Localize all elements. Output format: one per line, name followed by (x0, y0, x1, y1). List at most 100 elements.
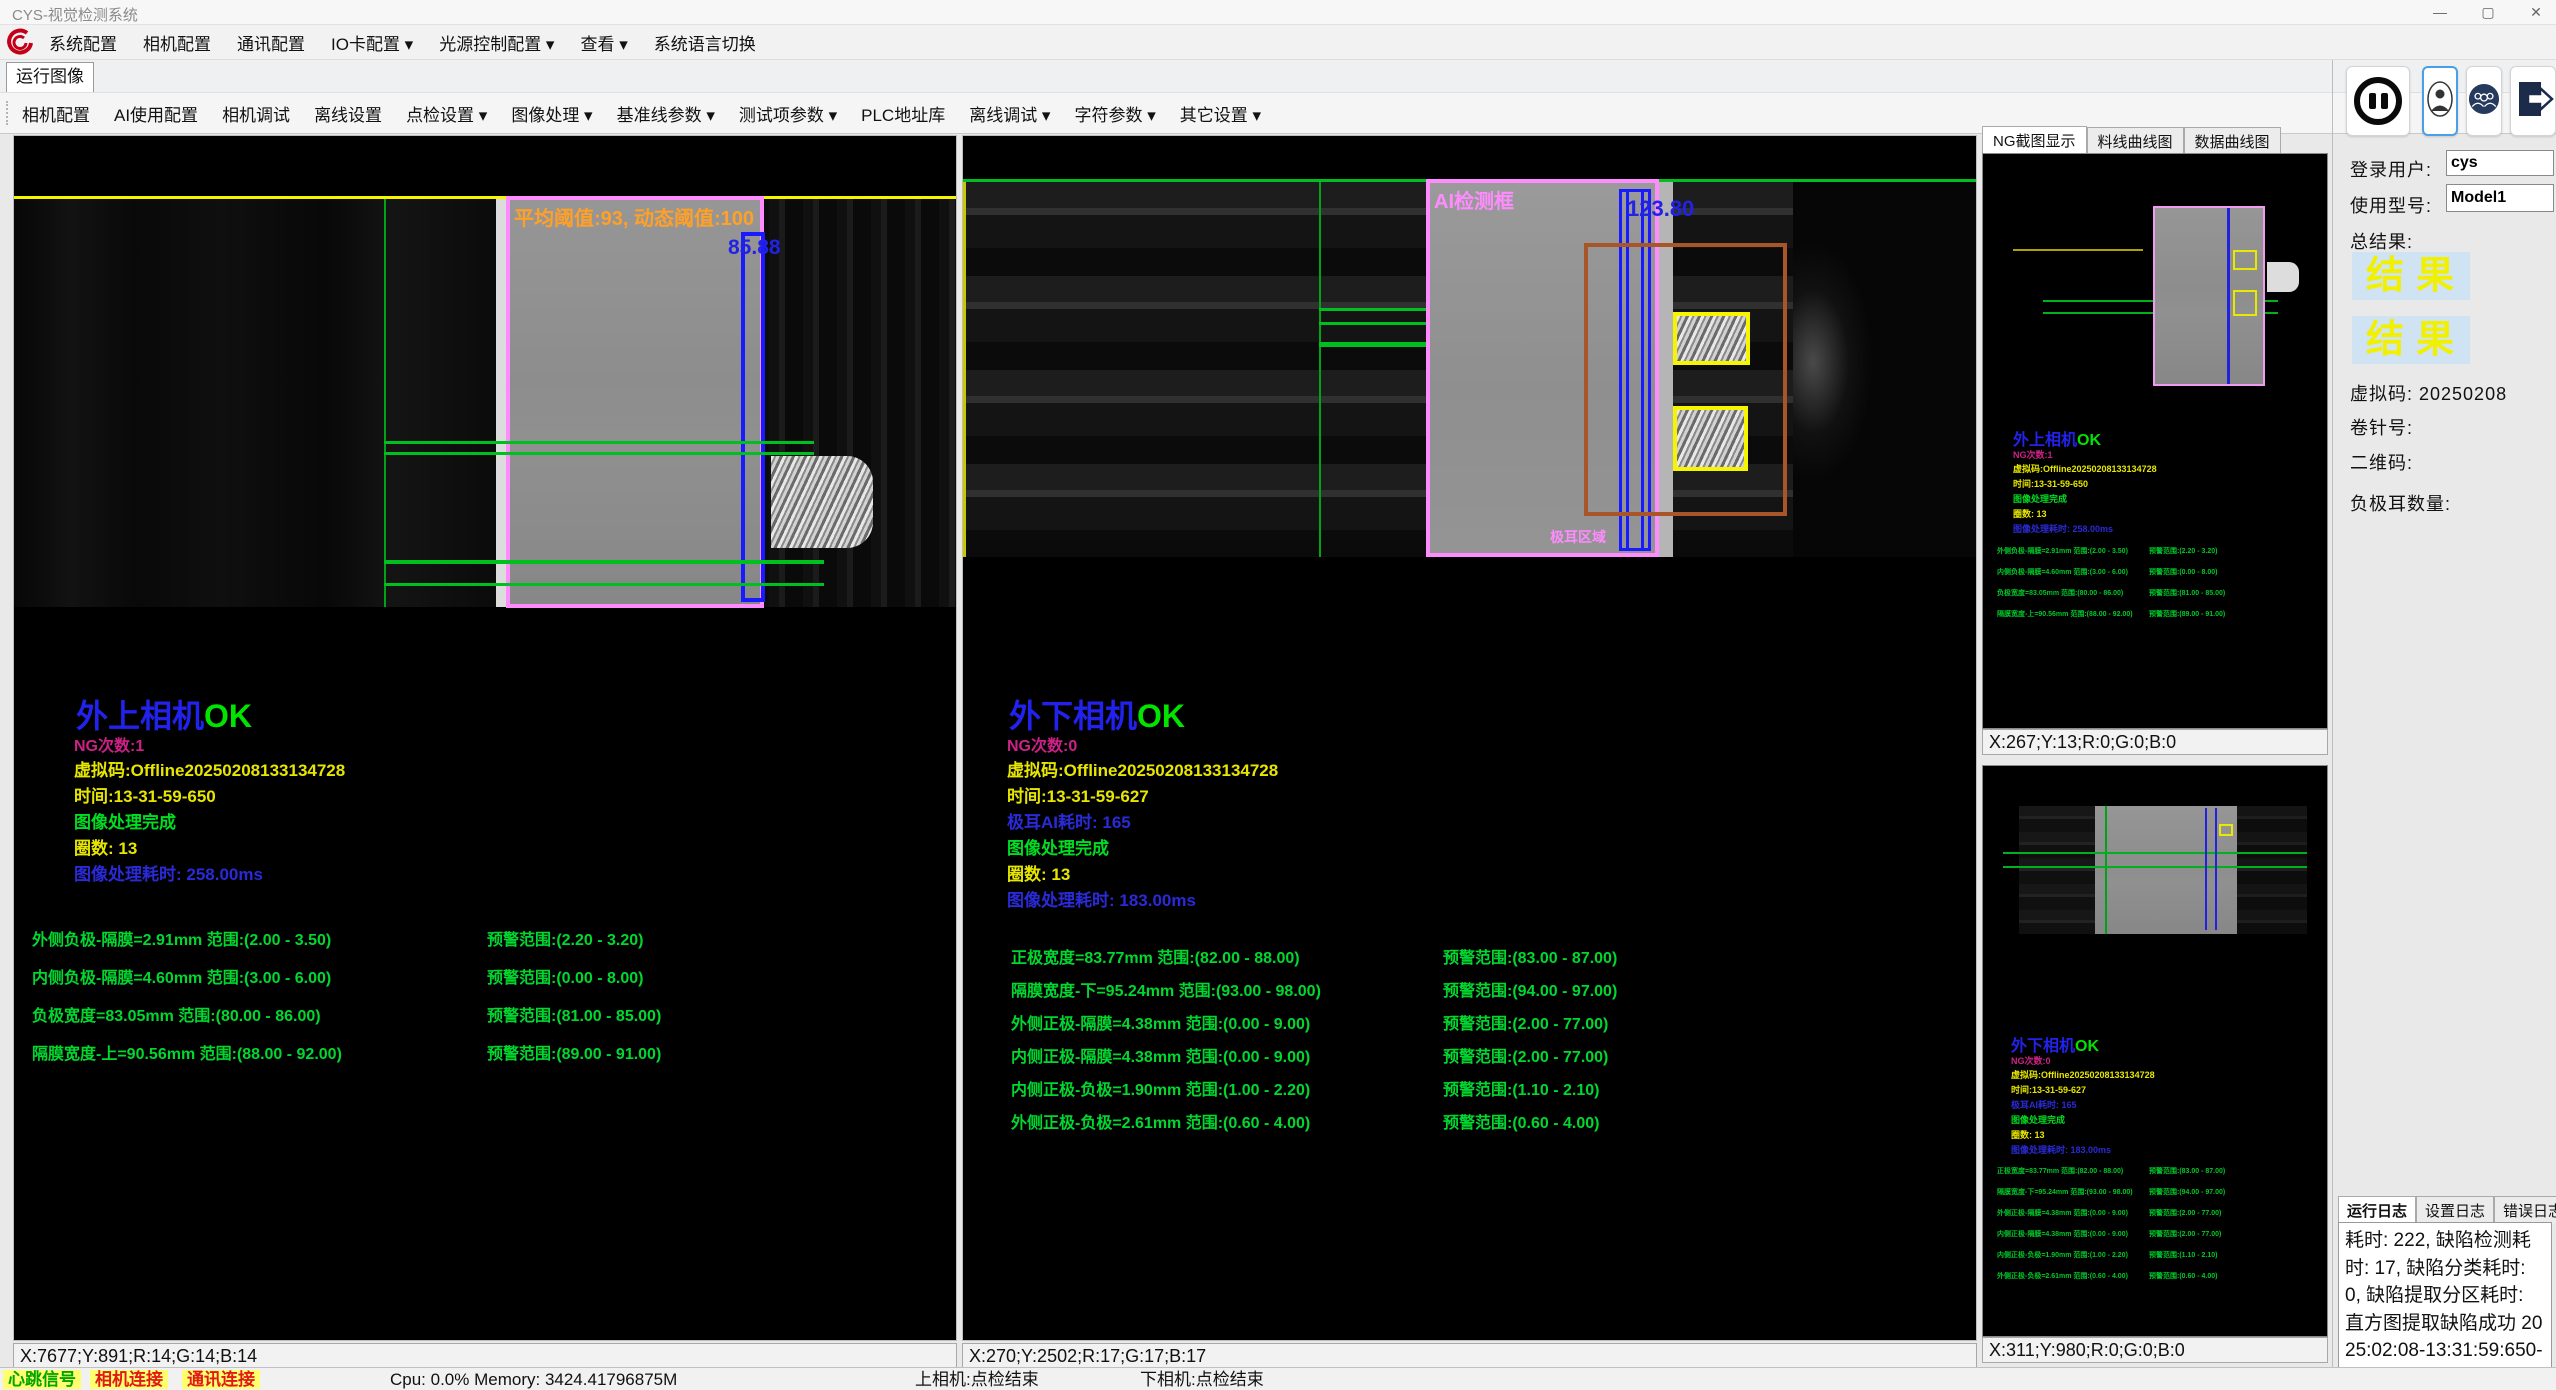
tab-data-curve[interactable]: 数据曲线图 (2184, 127, 2281, 155)
mini-measurement-row: 内侧正极-负极=1.90mm 范围:(1.00 - 2.20)预警范围:(1.1… (1997, 1250, 2217, 1260)
tab-run-image[interactable]: 运行图像 (6, 62, 94, 92)
tab-settings-log[interactable]: 设置日志 (2416, 1196, 2494, 1224)
coordinate-readout-upper: X:7677;Y:891;R:14;G:14;B:14 (13, 1343, 957, 1369)
measurement-row: 正极宽度=83.77mm 范围:(82.00 - 88.00) 预警范围:(83… (1011, 944, 1300, 968)
mini-yellow-box (2233, 290, 2257, 316)
app-title: CYS-视觉检测系统 (12, 4, 138, 25)
result-badge: 结果 (2352, 316, 2470, 364)
tab-error-log[interactable]: 错误日志 (2494, 1196, 2556, 1224)
measure-line-green (1319, 322, 1439, 325)
mini-measurement-row: 外侧正极-负极=2.61mm 范围:(0.60 - 4.00)预警范围:(0.6… (1997, 1271, 2217, 1281)
loop-count-label: 圈数: 13 (74, 834, 137, 859)
pause-button[interactable] (2346, 66, 2410, 136)
camera-result-ok: OK (1137, 698, 1185, 734)
mini-camera-title: 外下相机OK (2011, 1032, 2099, 1056)
neg-tab-count-label: 负极耳数量: (2350, 490, 2451, 516)
maximize-button[interactable]: ▢ (2468, 0, 2508, 24)
menu-item-system-config[interactable]: 系统配置 (36, 30, 130, 55)
toolbar-item-offline-debug[interactable]: 离线调试 ▾ (957, 101, 1062, 126)
menu-item-view[interactable]: 查看 ▾ (567, 30, 640, 55)
minimize-button[interactable]: — (2420, 0, 2460, 24)
menu-bar: 系统配置 相机配置 通讯配置 IO卡配置 ▾ 光源控制配置 ▾ 查看 ▾ 系统语… (0, 25, 2556, 60)
toolbar-item-test-item-params[interactable]: 测试项参数 ▾ (727, 101, 849, 126)
guide-line-green-vertical (1319, 182, 1321, 557)
mini-virtual-code: 虚拟码:Offline20250208133134728 (2011, 1068, 2155, 1081)
tab-material-curve[interactable]: 料线曲线图 (2087, 127, 2184, 155)
log-tab-bar: 运行日志 设置日志 错误日志 (2338, 1196, 2556, 1224)
comm-connect-badge: 通讯连接 (182, 1370, 260, 1389)
toolbar-item-camera-config[interactable]: 相机配置 (10, 101, 102, 126)
title-bar: CYS-视觉检测系统 — ▢ ✕ (0, 0, 2556, 25)
ng-tab-bar: NG截图显示 料线曲线图 数据曲线图 (1982, 127, 2281, 155)
time-label: 时间:13-31-59-650 (74, 782, 216, 807)
measure-line-green (384, 583, 824, 586)
ng-preview-lower[interactable]: 外下相机OK NG次数:0 虚拟码:Offline202502081331347… (1982, 765, 2328, 1337)
toolbar-item-other-settings[interactable]: 其它设置 ▾ (1168, 101, 1273, 126)
ng-count-label: NG次数:0 (1007, 732, 1077, 756)
mini-ng-count: NG次数:1 (2013, 448, 2053, 461)
toolbar-item-camera-debug[interactable]: 相机调试 (210, 101, 302, 126)
mini-yellow-box (2219, 824, 2233, 836)
camera-title: 外上相机 (76, 698, 204, 734)
user-button[interactable] (2422, 66, 2458, 136)
menu-item-language-switch[interactable]: 系统语言切换 (641, 30, 769, 55)
measurement-row: 隔膜宽度-下=95.24mm 范围:(93.00 - 98.00) 预警范围:(… (1011, 977, 1321, 1001)
blue-measure-value: 85.88 (728, 236, 781, 260)
close-button[interactable]: ✕ (2516, 0, 2556, 24)
toolbar-item-baseline-params[interactable]: 基准线参数 ▾ (605, 101, 727, 126)
measure-line-green (384, 560, 824, 564)
exit-button[interactable] (2510, 66, 2556, 136)
mini-measurement-row: 外侧正极-隔膜=4.38mm 范围:(0.00 - 9.00)预警范围:(2.0… (1997, 1208, 2221, 1218)
upper-camera-status: 上相机:点检结束 (915, 1370, 1039, 1389)
camera-connect-badge: 相机连接 (90, 1370, 168, 1389)
camera-status-title: 外下相机OK (1009, 691, 1185, 737)
blue-measure-value: 123.80 (1627, 196, 1694, 222)
mini-loop-count: 圈数: 13 (2013, 507, 2047, 520)
tab-detect-box-yellow (1673, 312, 1750, 365)
mini-measure-line (2003, 852, 2307, 854)
measurement-row: 外侧正极-隔膜=4.38mm 范围:(0.00 - 9.00) 预警范围:(2.… (1011, 1010, 1310, 1034)
camera-view-lower[interactable]: AI检测框 极耳区域 123.80 外下相机OK NG次数:0 虚拟码:Offl… (962, 135, 1977, 1341)
login-user-input[interactable] (2446, 150, 2554, 176)
mini-tab-image (2267, 262, 2299, 292)
mini-process-done: 图像处理完成 (2011, 1113, 2065, 1126)
status-bar: 心跳信号 相机连接 通讯连接 Cpu: 0.0% Memory: 3424.41… (0, 1367, 2556, 1390)
ng-preview-upper[interactable]: 外上相机OK NG次数:1 虚拟码:Offline202502081331347… (1982, 153, 2328, 729)
login-user-label: 登录用户: (2350, 156, 2432, 182)
users-icon (2468, 83, 2500, 120)
mini-time: 时间:13-31-59-650 (2013, 477, 2088, 490)
total-result-label: 总结果: (2350, 228, 2413, 254)
electrode-tab-image (771, 456, 873, 548)
model-input[interactable] (2446, 184, 2554, 212)
log-output[interactable]: 耗时: 222, 缺陷检测耗时: 17, 缺陷分类耗时: 0, 缺陷提取分区耗时… (2338, 1222, 2552, 1384)
result-badge: 结果 (2352, 252, 2470, 300)
menu-item-camera-config[interactable]: 相机配置 (130, 30, 224, 55)
mini-ai-time: 极耳AI耗时: 165 (2011, 1098, 2077, 1111)
toolbar-item-plc-address-lib[interactable]: PLC地址库 (849, 101, 957, 126)
toolbar-item-ai-use-config[interactable]: AI使用配置 (102, 101, 210, 126)
process-time-label: 图像处理耗时: 258.00ms (74, 860, 263, 885)
mini-process-time: 图像处理耗时: 258.00ms (2013, 522, 2113, 535)
mini-guide-yellow (2013, 249, 2143, 251)
mini-blue-line (2227, 208, 2230, 384)
users-button[interactable] (2466, 66, 2502, 136)
tab-ng-view[interactable]: NG截图显示 (1982, 126, 2087, 154)
mini-measurement-row: 隔膜宽度-上=90.56mm 范围:(88.00 - 92.00)预警范围:(8… (1997, 609, 2225, 619)
camera-view-upper[interactable]: 平均阈值:93, 动态阈值:100 85.88 外上相机OK NG次数:1 虚拟… (13, 135, 957, 1341)
measurement-row: 内侧正极-负极=1.90mm 范围:(1.00 - 2.20) 预警范围:(1.… (1011, 1076, 1310, 1100)
toolbar-item-char-params[interactable]: 字符参数 ▾ (1062, 101, 1167, 126)
pause-icon (2354, 77, 2402, 125)
threshold-overlay-label: 平均阈值:93, 动态阈值:100 (514, 202, 754, 231)
tab-run-log[interactable]: 运行日志 (2338, 1196, 2416, 1224)
virtual-code-label: 虚拟码:Offline20250208133134728 (74, 756, 345, 781)
tab-region-label: 极耳区域 (1550, 527, 1606, 547)
toolbar-item-spot-check-settings[interactable]: 点检设置 ▾ (394, 101, 499, 126)
menu-item-light-control-config[interactable]: 光源控制配置 ▾ (426, 30, 567, 55)
menu-item-io-card-config[interactable]: IO卡配置 ▾ (318, 30, 426, 55)
mini-measurement-row: 外侧负极-隔膜=2.91mm 范围:(2.00 - 3.50)预警范围:(2.2… (1997, 546, 2217, 556)
toolbar-item-offline-settings[interactable]: 离线设置 (302, 101, 394, 126)
toolbar-item-image-processing[interactable]: 图像处理 ▾ (499, 101, 604, 126)
reel-number-label: 卷针号: (2350, 414, 2413, 440)
menu-item-comm-config[interactable]: 通讯配置 (224, 30, 318, 55)
time-label: 时间:13-31-59-627 (1007, 782, 1149, 807)
